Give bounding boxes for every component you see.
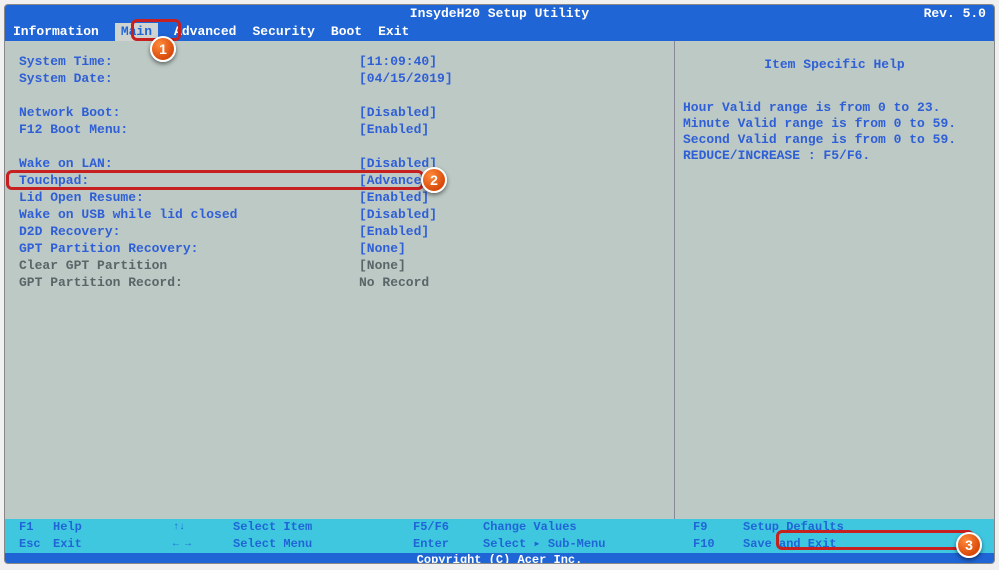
setting-row-4[interactable]: Wake on LAN:[Disabled] — [19, 155, 664, 172]
setting-value[interactable]: [Enabled] — [359, 223, 429, 240]
setting-value[interactable]: [Disabled] — [359, 206, 437, 223]
app-title: InsydeH20 Setup Utility — [5, 5, 994, 23]
hint-select-menu: Select Menu — [233, 536, 312, 553]
hint-key-esc: Esc — [5, 536, 53, 553]
menu-security[interactable]: Security — [252, 23, 314, 41]
footer-hints: F1Help ↑↓Select Item F5/F6Change Values … — [5, 519, 994, 553]
hint-setup-defaults: Setup Defaults — [743, 519, 844, 536]
menu-main[interactable]: Main — [115, 23, 158, 41]
setting-label: Clear GPT Partition — [19, 257, 359, 274]
hint-key-f5f6: F5/F6 — [413, 519, 483, 536]
hint-sub-menu: Select ▸ Sub-Menu — [483, 536, 605, 553]
setting-label: D2D Recovery: — [19, 223, 359, 240]
hint-key-enter: Enter — [413, 536, 483, 553]
callout-badge-1: 1 — [150, 36, 176, 62]
setting-label: GPT Partition Record: — [19, 274, 359, 291]
setting-label: Touchpad: — [19, 172, 359, 189]
hint-exit: Exit — [53, 536, 173, 553]
setting-value[interactable]: [Enabled] — [359, 121, 429, 138]
setting-label: System Date: — [19, 70, 359, 87]
setting-row-7[interactable]: Wake on USB while lid closed[Disabled] — [19, 206, 664, 223]
hint-key-f1: F1 — [5, 519, 53, 536]
setting-label: System Time: — [19, 53, 359, 70]
setting-row-2[interactable]: Network Boot:[Disabled] — [19, 104, 664, 121]
arrow-updown-icon: ↑↓ — [173, 519, 233, 536]
hint-help: Help — [53, 519, 173, 536]
setting-row-9[interactable]: GPT Partition Recovery:[None] — [19, 240, 664, 257]
help-body: Hour Valid range is from 0 to 23. Minute… — [683, 100, 986, 164]
setting-row-0[interactable]: System Time:[11:09:40] — [19, 53, 664, 70]
setting-label: Wake on LAN: — [19, 155, 359, 172]
setting-row-5[interactable]: Touchpad:[Advanced] — [19, 172, 664, 189]
callout-badge-3: 3 — [956, 532, 982, 558]
copyright: Copyright (C) Acer Inc. — [5, 553, 994, 564]
setting-row-11: GPT Partition Record:No Record — [19, 274, 664, 291]
hint-save-exit: Save and Exit — [743, 536, 837, 553]
setting-value[interactable]: [None] — [359, 240, 406, 257]
setting-value[interactable]: [Enabled] — [359, 189, 429, 206]
setting-value[interactable]: [04/15/2019] — [359, 70, 453, 87]
hint-key-f10: F10 — [693, 536, 743, 553]
menu-bar[interactable]: Information Main Advanced Security Boot … — [5, 23, 994, 41]
setting-row-1[interactable]: System Date:[04/15/2019] — [19, 70, 664, 87]
menu-exit[interactable]: Exit — [378, 23, 409, 41]
help-pane: Item Specific Help Hour Valid range is f… — [674, 41, 994, 519]
setting-label: Wake on USB while lid closed — [19, 206, 359, 223]
setting-row-3[interactable]: F12 Boot Menu:[Enabled] — [19, 121, 664, 138]
setting-value: No Record — [359, 274, 429, 291]
setting-label: Network Boot: — [19, 104, 359, 121]
setting-value[interactable]: [11:09:40] — [359, 53, 437, 70]
setting-value[interactable]: [Disabled] — [359, 104, 437, 121]
title-bar: InsydeH20 Setup Utility Rev. 5.0 — [5, 5, 994, 23]
arrow-leftright-icon: ← → — [173, 536, 233, 553]
setting-label: Lid Open Resume: — [19, 189, 359, 206]
setting-row-8[interactable]: D2D Recovery:[Enabled] — [19, 223, 664, 240]
help-title: Item Specific Help — [683, 57, 986, 72]
setting-label: GPT Partition Recovery: — [19, 240, 359, 257]
settings-pane: System Time:[11:09:40]System Date:[04/15… — [5, 41, 674, 519]
hint-select-item: Select Item — [233, 519, 312, 536]
setting-label: F12 Boot Menu: — [19, 121, 359, 138]
hint-key-f9: F9 — [693, 519, 743, 536]
revision-label: Rev. 5.0 — [924, 5, 986, 23]
menu-boot[interactable]: Boot — [331, 23, 362, 41]
menu-information[interactable]: Information — [13, 23, 99, 41]
setting-value: [None] — [359, 257, 406, 274]
hint-change-values: Change Values — [483, 519, 577, 536]
setting-row-10: Clear GPT Partition[None] — [19, 257, 664, 274]
callout-badge-2: 2 — [421, 167, 447, 193]
menu-advanced[interactable]: Advanced — [174, 23, 236, 41]
setting-row-6[interactable]: Lid Open Resume:[Enabled] — [19, 189, 664, 206]
